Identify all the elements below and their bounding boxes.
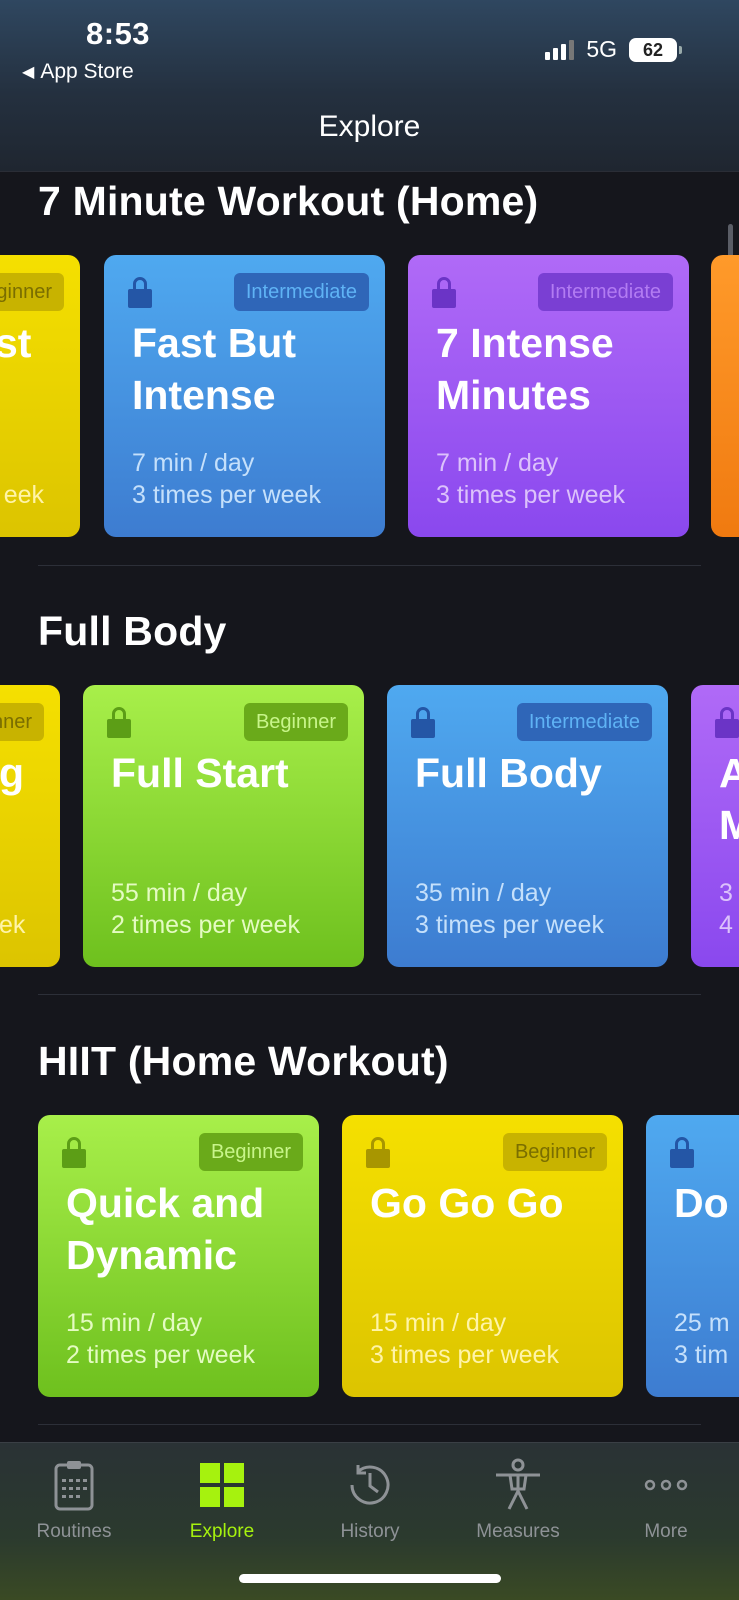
lock-icon bbox=[432, 277, 456, 308]
workout-row[interactable]: Beginner st eek Intermediate Fast But In… bbox=[0, 255, 739, 537]
workout-name: 7 Intense Minutes bbox=[436, 320, 614, 418]
lock-icon bbox=[366, 1137, 390, 1168]
workout-row[interactable]: Beginner g ek Beginner Full Start 55 min… bbox=[0, 685, 739, 967]
lock-icon bbox=[411, 707, 435, 738]
tab-label: Explore bbox=[189, 1521, 255, 1542]
back-to-app-store-link[interactable]: ◀ App Store bbox=[22, 60, 134, 84]
level-badge: Intermediate bbox=[516, 703, 652, 741]
level-badge: Beginner bbox=[502, 1133, 607, 1171]
lock-icon bbox=[715, 707, 739, 738]
workout-card[interactable]: Do 25 m 3 tim bbox=[646, 1115, 739, 1397]
home-indicator[interactable] bbox=[239, 1574, 501, 1583]
workout-frequency: 3 tim bbox=[674, 1341, 729, 1369]
lock-icon bbox=[62, 1137, 86, 1168]
tab-history[interactable]: History bbox=[296, 1457, 444, 1543]
tab-label: History bbox=[340, 1521, 400, 1542]
workout-duration: 7 min / day bbox=[132, 449, 255, 477]
level-badge: Intermediate bbox=[233, 273, 369, 311]
workout-frequency: 2 times per week bbox=[111, 911, 300, 939]
workout-frequency: 4 bbox=[719, 911, 733, 939]
level-badge: Beginner bbox=[198, 1133, 303, 1171]
battery-icon: 62 bbox=[629, 37, 682, 62]
workout-duration: 7 min / day bbox=[436, 449, 559, 477]
tab-explore[interactable]: Explore bbox=[148, 1457, 296, 1543]
workout-name: Full Start bbox=[111, 750, 289, 796]
workout-card[interactable]: Intermediate Full Body 35 min / day 3 ti… bbox=[387, 685, 668, 967]
lock-icon bbox=[107, 707, 131, 738]
lock-icon bbox=[128, 277, 152, 308]
tab-label: Measures bbox=[476, 1521, 560, 1542]
workout-frequency: ek bbox=[0, 911, 26, 939]
workout-card[interactable]: A M 3 4 bbox=[691, 685, 739, 967]
workout-card[interactable]: Beginner Go Go Go 15 min / day 3 times p… bbox=[342, 1115, 623, 1397]
section-title: 7 Minute Workout (Home) bbox=[38, 178, 539, 224]
section-divider bbox=[38, 994, 701, 995]
tab-routines[interactable]: Routines bbox=[0, 1457, 148, 1543]
body-icon bbox=[496, 1458, 540, 1510]
section-title: Full Body bbox=[38, 608, 227, 654]
workout-name: Do bbox=[674, 1180, 729, 1226]
workout-name: Quick and Dynamic bbox=[66, 1180, 265, 1278]
more-dots-icon bbox=[644, 1479, 688, 1491]
level-badge: Intermediate bbox=[537, 273, 673, 311]
workout-row[interactable]: Beginner Quick and Dynamic 15 min / day … bbox=[0, 1115, 739, 1397]
grid-icon bbox=[200, 1463, 244, 1507]
workout-name: g bbox=[0, 750, 25, 796]
workout-name: A M bbox=[719, 750, 739, 848]
clipboard-icon bbox=[54, 1461, 94, 1511]
back-label: App Store bbox=[40, 60, 134, 83]
tab-measures[interactable]: Measures bbox=[444, 1457, 592, 1543]
workout-frequency: 3 times per week bbox=[370, 1341, 559, 1369]
level-badge: Beginner bbox=[243, 703, 348, 741]
workout-card[interactable]: Beginner Full Start 55 min / day 2 times… bbox=[83, 685, 364, 967]
tab-label: More bbox=[644, 1521, 688, 1542]
section-title: HIIT (Home Workout) bbox=[38, 1038, 449, 1084]
workout-card[interactable]: Beginner g ek bbox=[0, 685, 60, 967]
workout-frequency: 3 times per week bbox=[132, 481, 321, 509]
tab-more[interactable]: More bbox=[592, 1457, 739, 1543]
workout-duration: 25 m bbox=[674, 1309, 730, 1337]
section-divider bbox=[38, 1424, 701, 1425]
workout-card[interactable]: Intermediate 7 Intense Minutes 7 min / d… bbox=[408, 255, 689, 537]
network-type: 5G bbox=[586, 36, 617, 62]
status-indicators: 5G 62 bbox=[545, 36, 682, 63]
workout-frequency: 3 times per week bbox=[436, 481, 625, 509]
workout-duration: 15 min / day bbox=[66, 1309, 203, 1337]
workout-name: Full Body bbox=[415, 750, 602, 796]
clock-history-icon bbox=[350, 1465, 390, 1505]
workout-name: Go Go Go bbox=[370, 1180, 564, 1226]
workout-frequency: eek bbox=[3, 481, 44, 509]
workout-frequency: 3 times per week bbox=[415, 911, 604, 939]
workout-name: Fast But Intense bbox=[132, 320, 296, 418]
page-title: Explore bbox=[318, 110, 421, 143]
workout-card[interactable] bbox=[711, 255, 739, 537]
workout-duration: 55 min / day bbox=[111, 879, 248, 907]
workout-frequency: 2 times per week bbox=[66, 1341, 255, 1369]
workout-card[interactable]: Beginner Quick and Dynamic 15 min / day … bbox=[38, 1115, 319, 1397]
tab-label: Routines bbox=[36, 1521, 112, 1542]
section-divider bbox=[38, 565, 701, 566]
status-time: 8:53 bbox=[86, 16, 151, 51]
workout-card[interactable]: Beginner st eek bbox=[0, 255, 80, 537]
level-badge: Beginner bbox=[0, 703, 44, 741]
workout-duration: 3 bbox=[719, 879, 733, 907]
workout-duration: 35 min / day bbox=[415, 879, 552, 907]
back-triangle-icon: ◀ bbox=[22, 64, 35, 81]
workout-card[interactable]: Intermediate Fast But Intense 7 min / da… bbox=[104, 255, 385, 537]
lock-icon bbox=[670, 1137, 694, 1168]
level-badge: Beginner bbox=[0, 273, 64, 311]
status-and-nav-header: 8:53 ◀ App Store 5G 62 Explore bbox=[0, 0, 739, 172]
explore-content[interactable]: 7 Minute Workout (Home) Beginner st eek … bbox=[0, 172, 739, 1442]
workout-duration: 15 min / day bbox=[370, 1309, 507, 1337]
workout-name: st bbox=[0, 320, 32, 366]
cellular-signal-icon bbox=[545, 39, 575, 60]
